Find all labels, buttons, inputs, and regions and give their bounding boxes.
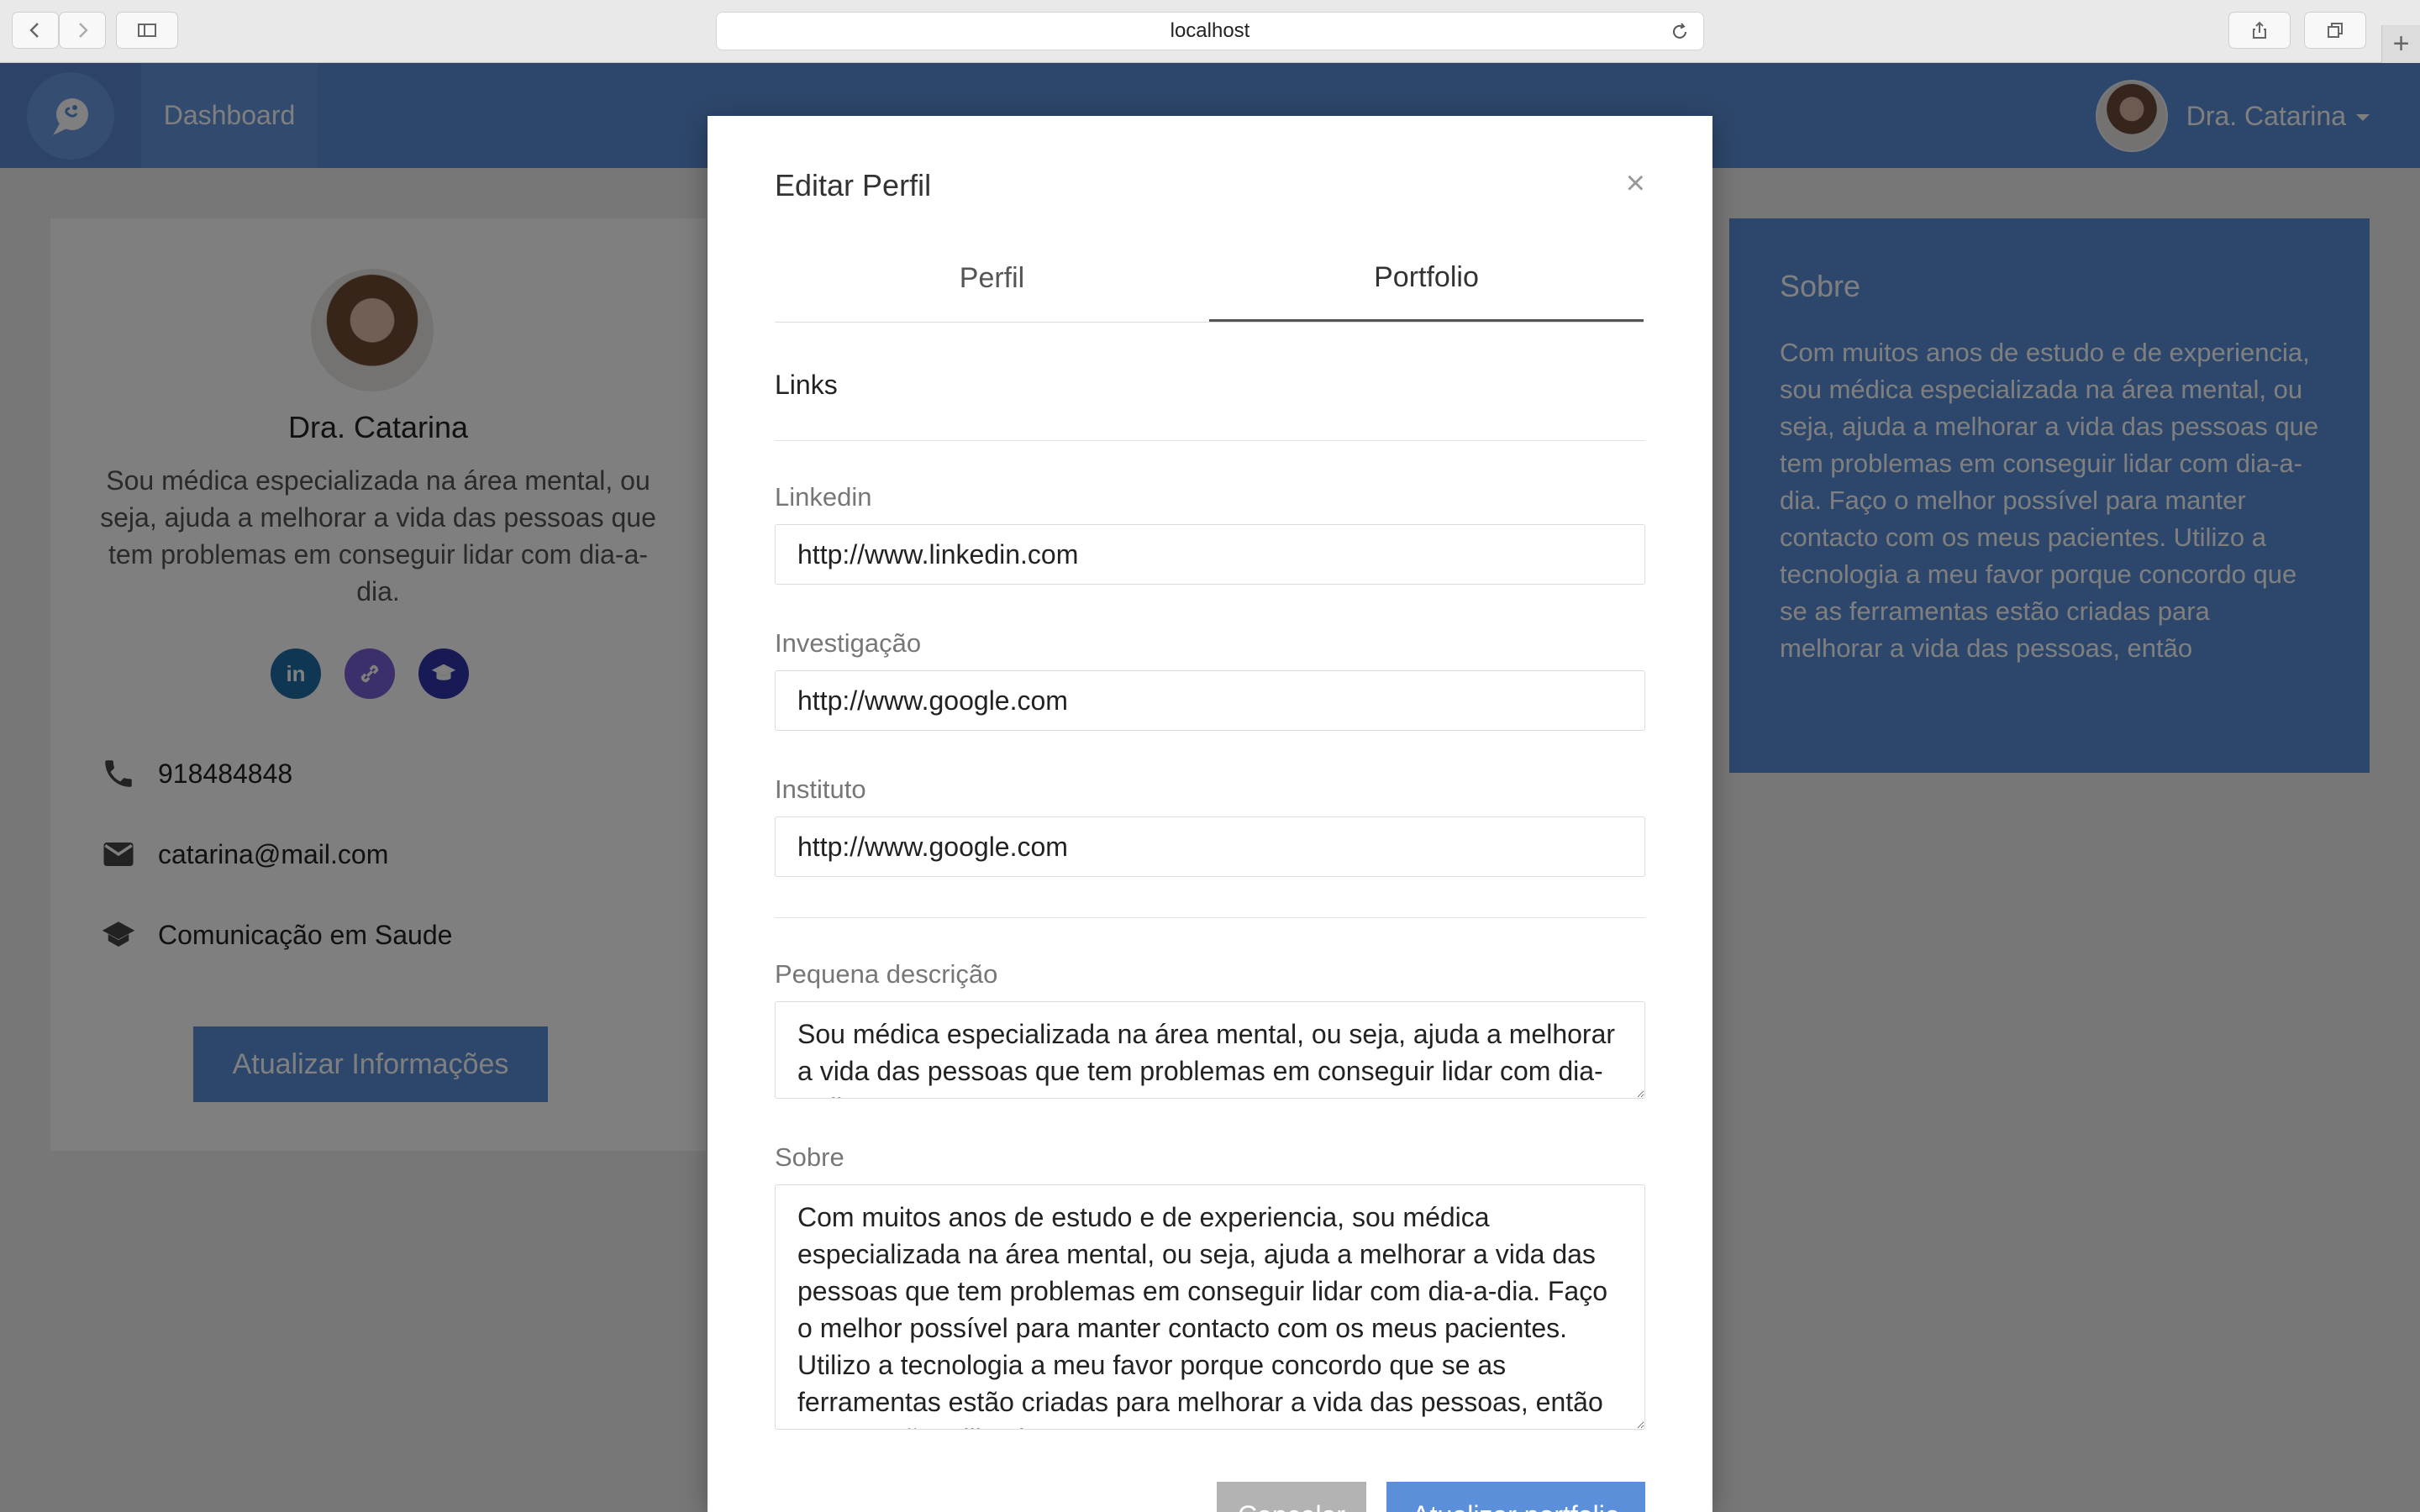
investigacao-label: Investigação — [775, 628, 922, 658]
forward-button[interactable] — [59, 12, 106, 49]
forward-icon — [79, 23, 88, 38]
modal-title: Editar Perfil — [775, 168, 932, 202]
back-icon — [29, 23, 39, 38]
sidebar-button[interactable] — [116, 12, 178, 49]
update-portfolio-button[interactable]: Atualizar portfolio — [1386, 1482, 1645, 1512]
about-textarea[interactable]: Com muitos anos de estudo e de experienc… — [775, 1184, 1645, 1430]
links-section-title: Links — [775, 370, 838, 400]
new-tab-button[interactable]: + — [2381, 25, 2420, 63]
divider — [775, 917, 1645, 918]
short-description-label: Pequena descrição — [775, 959, 998, 989]
share-icon — [2253, 21, 2266, 39]
browser-toolbar: localhost + — [0, 0, 2420, 63]
tab-portfolio[interactable]: Portfolio — [1209, 235, 1644, 322]
modal-tabs: Perfil Portfolio — [775, 235, 1644, 323]
linkedin-input[interactable] — [775, 524, 1645, 585]
address-bar[interactable]: localhost — [716, 12, 1704, 50]
linkedin-label: Linkedin — [775, 482, 872, 512]
share-button[interactable] — [2228, 12, 2291, 49]
close-icon[interactable]: × — [1626, 165, 1645, 202]
reload-icon[interactable] — [1670, 22, 1690, 42]
tabs-button[interactable] — [2304, 12, 2366, 49]
tabs-icon — [2328, 23, 2343, 38]
sidebar-icon — [138, 24, 156, 37]
url-text: localhost — [1170, 19, 1250, 42]
investigacao-input[interactable] — [775, 670, 1645, 731]
short-description-textarea[interactable]: Sou médica especializada na área mental,… — [775, 1001, 1645, 1099]
back-button[interactable] — [12, 12, 59, 49]
instituto-label: Instituto — [775, 774, 866, 804]
cancel-button[interactable]: Cancelar — [1217, 1482, 1366, 1512]
divider — [775, 440, 1645, 441]
edit-profile-modal: Editar Perfil × Perfil Portfolio Links L… — [708, 116, 1712, 1512]
about-label: Sobre — [775, 1142, 844, 1172]
instituto-input[interactable] — [775, 816, 1645, 877]
tab-perfil[interactable]: Perfil — [775, 235, 1209, 322]
